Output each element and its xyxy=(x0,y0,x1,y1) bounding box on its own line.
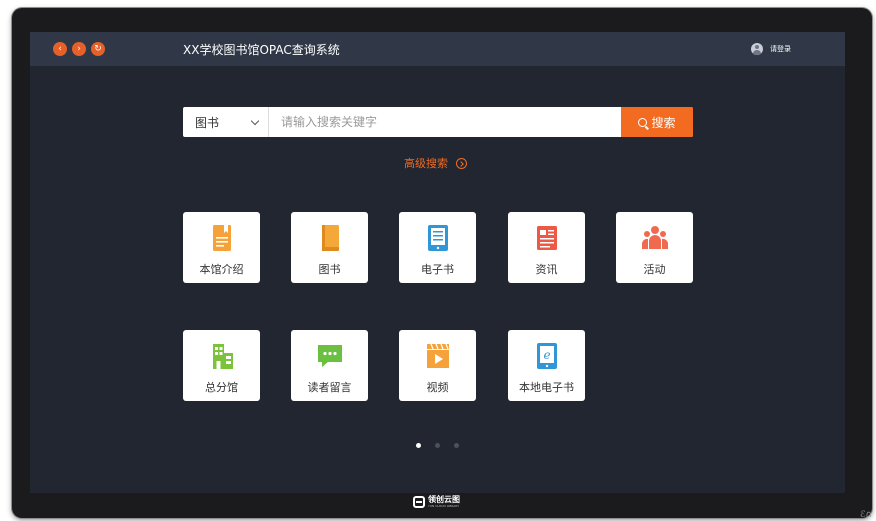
advanced-search-link[interactable]: 高级搜索 xyxy=(404,155,467,171)
search-input[interactable] xyxy=(269,107,621,137)
local-ebook-icon: e xyxy=(537,343,557,369)
tile-label: 视频 xyxy=(426,381,449,394)
advanced-search-label: 高级搜索 xyxy=(404,157,448,170)
forward-arrow-icon[interactable]: › xyxy=(72,42,86,56)
brand-name: 领创云图 xyxy=(428,495,460,504)
page-dot-3[interactable] xyxy=(454,443,459,448)
news-icon xyxy=(537,226,557,250)
ebook-reader-icon xyxy=(428,225,448,251)
activity-people-icon xyxy=(642,226,668,249)
tile-label: 资讯 xyxy=(535,263,558,276)
book-icon xyxy=(322,225,339,251)
search-button-label: 搜索 xyxy=(651,115,676,130)
tile-news[interactable]: 资讯 xyxy=(508,212,585,283)
library-intro-icon xyxy=(213,225,231,251)
login-button[interactable]: 请登录 xyxy=(751,42,791,56)
search-type-select[interactable]: 图书 xyxy=(183,107,269,137)
search-button[interactable]: 搜索 xyxy=(621,107,693,137)
tile-label: 读者留言 xyxy=(307,381,352,394)
user-avatar-icon xyxy=(751,43,763,55)
tile-ebooks[interactable]: 电子书 xyxy=(399,212,476,283)
brand-logo-icon xyxy=(413,496,425,508)
search-icon xyxy=(638,117,648,127)
brand-logo: 领创云图 YUN CLOUD LIBRARY xyxy=(413,495,460,509)
app-screen: ‹ › ↻ XX学校图书馆OPAC查询系统 请登录 图书 搜索 高级搜索 xyxy=(30,32,845,493)
top-bar: ‹ › ↻ XX学校图书馆OPAC查询系统 请登录 xyxy=(30,32,845,66)
refresh-icon[interactable]: ↻ xyxy=(91,42,105,56)
search-type-value: 图书 xyxy=(195,115,220,130)
brand-tagline: YUN CLOUD LIBRARY xyxy=(428,504,460,508)
page-dot-1[interactable] xyxy=(416,443,421,448)
tile-label: 活动 xyxy=(643,263,666,276)
app-title: XX学校图书馆OPAC查询系统 xyxy=(183,43,340,57)
svg-text:e: e xyxy=(543,348,550,362)
corner-watermark: ℰ∩ xyxy=(859,510,872,520)
tile-books[interactable]: 图书 xyxy=(291,212,368,283)
branch-building-icon xyxy=(213,344,233,369)
tile-local-ebooks[interactable]: e 本地电子书 xyxy=(508,330,585,401)
chevron-right-circle-icon xyxy=(456,157,467,169)
tile-library-intro[interactable]: 本馆介绍 xyxy=(183,212,260,283)
message-bubble-icon xyxy=(318,345,342,367)
tile-activities[interactable]: 活动 xyxy=(616,212,693,283)
page-dot-2[interactable] xyxy=(435,443,440,448)
tile-videos[interactable]: 视频 xyxy=(399,330,476,401)
tile-label: 本馆介绍 xyxy=(199,263,244,276)
tile-label: 图书 xyxy=(318,263,341,276)
login-label: 请登录 xyxy=(770,45,791,53)
tile-label: 总分馆 xyxy=(205,381,238,394)
search-bar: 图书 搜索 xyxy=(183,107,693,137)
chevron-down-icon xyxy=(250,116,260,126)
video-play-icon xyxy=(427,343,449,368)
tile-branches[interactable]: 总分馆 xyxy=(183,330,260,401)
tile-label: 本地电子书 xyxy=(519,381,574,394)
tile-label: 电子书 xyxy=(421,263,454,276)
tile-reader-messages[interactable]: 读者留言 xyxy=(291,330,368,401)
back-arrow-icon[interactable]: ‹ xyxy=(53,42,67,56)
